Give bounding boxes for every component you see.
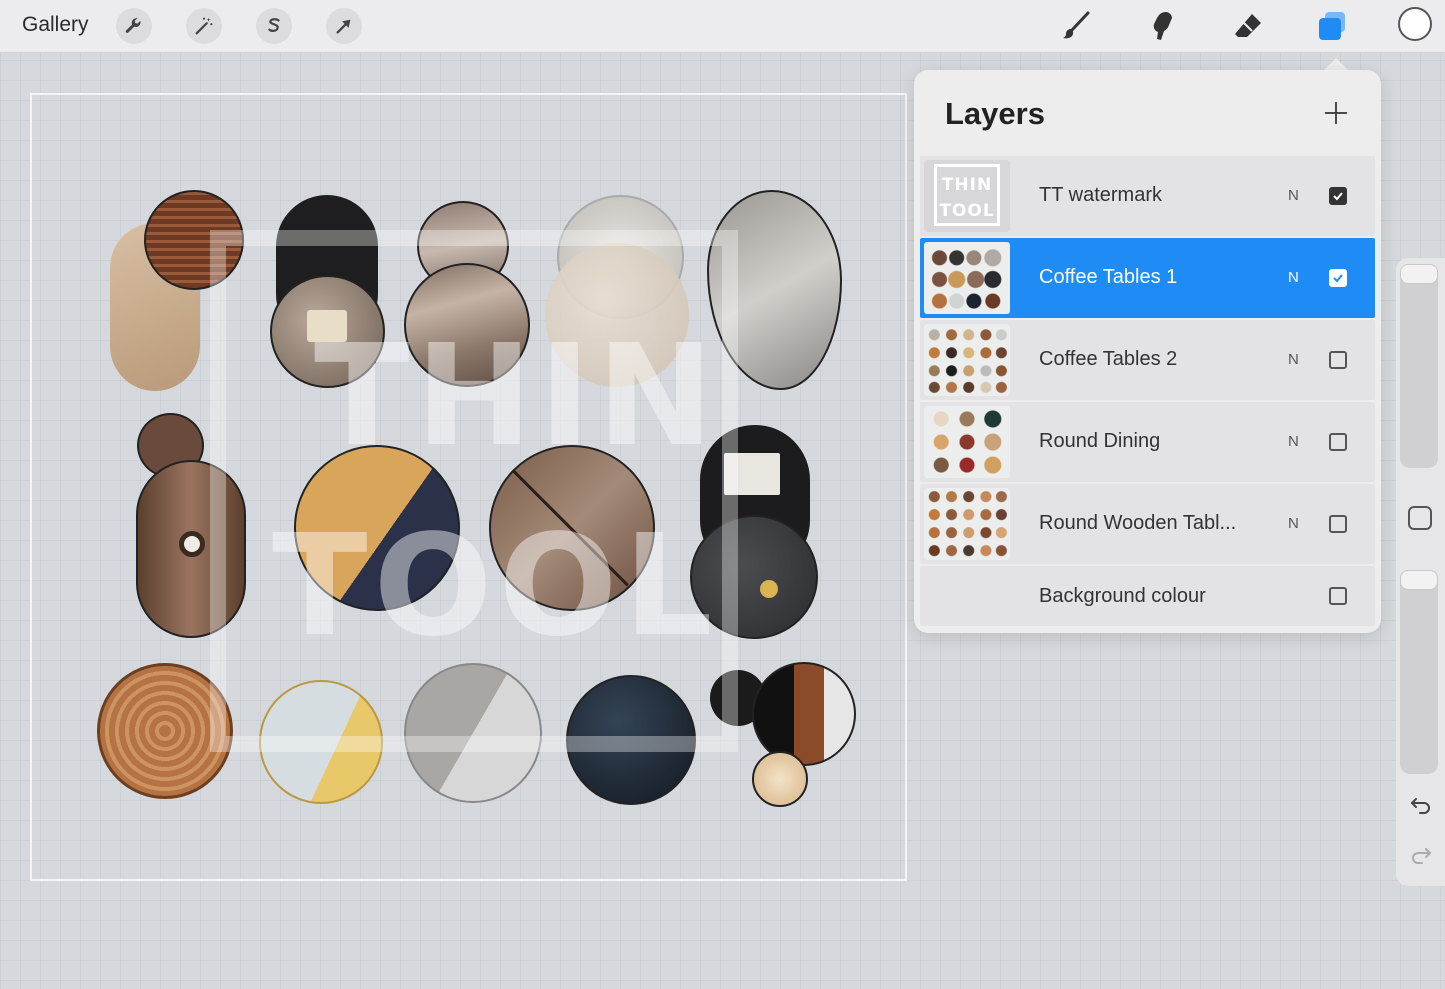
layer-thumbnail xyxy=(924,406,1010,478)
layer-name: TT watermark xyxy=(1039,184,1162,206)
eraser-icon[interactable] xyxy=(1230,8,1266,44)
transform-arrow-icon[interactable] xyxy=(326,8,362,44)
layer-thumbnail xyxy=(924,488,1010,560)
layers-panel-title: Layers xyxy=(945,96,1045,131)
blend-mode[interactable]: N xyxy=(1288,351,1299,368)
gallery-button[interactable]: Gallery xyxy=(22,13,89,37)
layer-row-round-wooden-tables[interactable]: Round Wooden Tabl... N xyxy=(920,484,1375,564)
table-onyx-small xyxy=(752,751,808,807)
top-toolbar: Gallery xyxy=(0,0,1445,53)
layer-row-coffee-tables-2[interactable]: Coffee Tables 2 N xyxy=(920,320,1375,400)
brush-size-slider-knob[interactable] xyxy=(1400,264,1438,284)
layer-row-coffee-tables-1[interactable]: Coffee Tables 1 N xyxy=(920,238,1375,318)
layer-name: Background colour xyxy=(1039,585,1206,607)
modify-square-icon[interactable] xyxy=(1408,506,1432,530)
layers-icon[interactable] xyxy=(1314,8,1350,44)
layer-row-tt-watermark[interactable]: THIN TOOL TT watermark N xyxy=(920,156,1375,236)
smudge-icon[interactable] xyxy=(1144,8,1180,44)
layers-panel: Layers THIN TOOL TT watermark N Coffee T… xyxy=(914,70,1381,633)
magic-wand-icon[interactable] xyxy=(186,8,222,44)
table-vase xyxy=(179,531,205,557)
blend-mode[interactable]: N xyxy=(1288,433,1299,450)
visibility-checkbox[interactable] xyxy=(1329,269,1347,287)
watermark-text-thin: THIN xyxy=(314,315,720,478)
blend-mode[interactable]: N xyxy=(1288,515,1299,532)
visibility-checkbox[interactable] xyxy=(1329,587,1347,605)
table-gold-bowl xyxy=(760,580,778,598)
visibility-checkbox[interactable] xyxy=(1329,351,1347,369)
redo-icon[interactable] xyxy=(1408,843,1434,869)
layer-row-round-dining[interactable]: Round Dining N xyxy=(920,402,1375,482)
blend-mode[interactable]: N xyxy=(1288,269,1299,286)
watermark-text-tool: TOOL xyxy=(272,505,719,668)
layer-name: Coffee Tables 1 xyxy=(1039,266,1178,288)
undo-icon[interactable] xyxy=(1408,793,1434,819)
layer-thumbnail xyxy=(924,324,1010,396)
layer-name: Coffee Tables 2 xyxy=(1039,348,1178,370)
opacity-slider[interactable] xyxy=(1400,570,1438,774)
visibility-checkbox[interactable] xyxy=(1329,433,1347,451)
brush-icon[interactable] xyxy=(1058,8,1094,44)
plus-icon[interactable] xyxy=(1321,98,1351,128)
layer-thumbnail: THIN TOOL xyxy=(924,160,1010,232)
opacity-slider-knob[interactable] xyxy=(1400,570,1438,590)
color-picker-button[interactable] xyxy=(1398,7,1432,41)
wrench-icon[interactable] xyxy=(116,8,152,44)
side-slider-panel xyxy=(1396,258,1445,886)
watermark-thumb-text: THIN TOOL xyxy=(939,175,995,221)
visibility-checkbox[interactable] xyxy=(1329,187,1347,205)
blend-mode[interactable]: N xyxy=(1288,187,1299,204)
visibility-checkbox[interactable] xyxy=(1329,515,1347,533)
drawing-canvas[interactable]: THIN TOOL xyxy=(30,93,907,881)
layer-row-background-colour[interactable]: Background colour xyxy=(920,566,1375,626)
brush-size-slider[interactable] xyxy=(1400,264,1438,468)
table-tricolor xyxy=(752,662,856,766)
layer-thumbnail xyxy=(924,242,1010,314)
watermark-frame xyxy=(210,230,738,752)
layer-name: Round Dining xyxy=(1039,430,1161,452)
selection-s-icon[interactable] xyxy=(256,8,292,44)
layer-name: Round Wooden Tabl... xyxy=(1039,512,1237,534)
